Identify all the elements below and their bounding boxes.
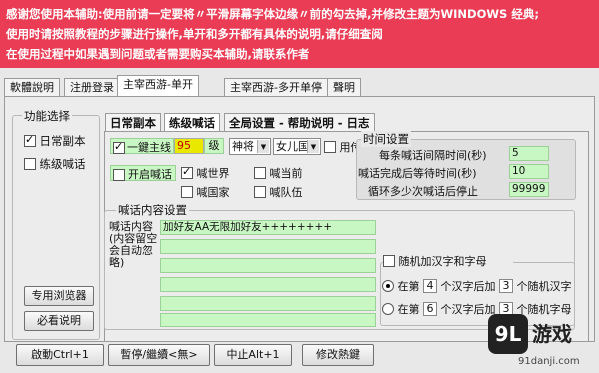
notice-line-2: 使用时请按照教程的步骤进行操作,单开和多开都有具体的说明,请仔细查阅 (6, 27, 383, 41)
pause-button[interactable]: 暫停/繼續<無> (108, 344, 210, 366)
function-group-title: 功能选择 (22, 108, 72, 124)
random-enable-row[interactable]: 随机加汉字和字母 (383, 253, 513, 269)
loop-label: 循环多少次喊话后停止 (368, 185, 478, 198)
open-shout-label: 开启喊话 (128, 168, 172, 181)
content-title: 喊话内容设置 (116, 202, 189, 218)
role-select-value: 神将 (232, 140, 254, 153)
subtab-shout[interactable]: 练级喊话 (164, 113, 220, 132)
current-row[interactable]: 喊当前 (254, 165, 314, 181)
logo-name: 游戏 (532, 322, 572, 346)
country-row[interactable]: 喊国家 (181, 184, 241, 200)
role-select[interactable]: 神将 ▼ (229, 138, 271, 155)
current-checkbox[interactable] (254, 167, 266, 179)
main-line-label: 一鍵主线 (127, 141, 171, 154)
browser-button[interactable]: 专用浏览器 (24, 286, 94, 306)
content-line-1[interactable]: 加好友AA无限加好友++++++++ (160, 220, 376, 235)
tab-software-info[interactable]: 軟體說明 (4, 78, 60, 97)
notice-line-1: 感谢您使用本辅助:使用前请一定要将〃平滑屏幕字体边缘〃前的勾去掉,并修改主题为W… (6, 7, 539, 21)
site-logo: 9L 游戏 91danji.com (488, 312, 598, 373)
readme-button[interactable]: 必看说明 (24, 311, 94, 331)
team-label: 喊队伍 (269, 186, 303, 199)
main-line-box[interactable]: 一鍵主线 (110, 138, 174, 154)
random-opt1-post: 个随机汉字 (516, 280, 572, 293)
hotkey-button[interactable]: 修改熱鍵 (302, 344, 374, 366)
use-transfer-checkbox[interactable] (324, 141, 336, 153)
interval-input[interactable]: 5 (509, 146, 549, 161)
open-shout-box[interactable]: 开启喊话 (110, 165, 176, 181)
subtab-daily[interactable]: 日常副本 (105, 113, 161, 132)
random-opt2-n[interactable]: 6 (423, 302, 437, 316)
random-option-1-radio[interactable] (382, 280, 394, 292)
daily-checkbox[interactable] (24, 133, 36, 147)
current-label: 喊当前 (269, 167, 303, 180)
content-line-5[interactable] (160, 296, 376, 311)
country-checkbox[interactable] (181, 186, 193, 198)
content-line-4[interactable] (160, 277, 376, 292)
daily-checkbox-row[interactable]: 日常副本 (24, 133, 98, 151)
daily-label: 日常副本 (39, 134, 86, 148)
tab-multi-open[interactable]: 主宰西游-多开单停 (224, 78, 328, 97)
random-option-1[interactable]: 在第 4 个汉字后加 3 个随机汉字 (382, 278, 576, 296)
world-checkbox[interactable] (181, 165, 193, 179)
tab-single-open[interactable]: 主宰西游-单开 (117, 75, 199, 97)
team-row[interactable]: 喊队伍 (254, 184, 314, 200)
wait-input[interactable]: 10 (509, 164, 549, 179)
world-row[interactable]: 喊世界 (181, 165, 241, 181)
interval-label: 每条喊话间隔时间(秒) (379, 149, 487, 162)
gender-select[interactable]: 女儿国 ▼ (273, 138, 321, 155)
level-value[interactable]: 95 (174, 138, 204, 154)
wait-label: 喊话完成后等待时间(秒) (358, 167, 477, 180)
notice-line-3: 在使用过程中如果遇到问题或者需要购买本辅助,请联系作者 (6, 47, 310, 61)
content-line-6[interactable] (160, 313, 376, 327)
logo-url: 91danji.com (518, 356, 580, 367)
timing-title: 时间设置 (361, 131, 411, 147)
random-opt1-m[interactable]: 3 (499, 279, 513, 293)
random-option-2-radio[interactable] (382, 303, 394, 315)
tab-register-login[interactable]: 注册登录 (64, 78, 120, 97)
content-text-label: 喊话内容(内容留空会自动忽略) (109, 220, 158, 269)
logo-badge: 9L (488, 314, 528, 354)
main-line-checkbox[interactable] (113, 140, 125, 154)
random-enable-label: 随机加汉字和字母 (398, 255, 487, 268)
notice-banner: 感谢您使用本辅助:使用前请一定要将〃平滑屏幕字体边缘〃前的勾去掉,并修改主题为W… (0, 0, 599, 68)
content-line-3[interactable] (160, 258, 376, 273)
subtab-global-settings[interactable]: 全局设置 - 帮助说明 - 日志 (224, 113, 375, 132)
content-line-2[interactable] (160, 239, 376, 254)
shout-checkbox[interactable] (24, 158, 36, 170)
random-opt2-pre: 在第 (397, 303, 420, 316)
world-label: 喊世界 (196, 167, 230, 180)
chevron-down-icon: ▼ (257, 140, 269, 153)
team-checkbox[interactable] (254, 186, 266, 198)
shout-checkbox-row[interactable]: 练级喊话 (24, 156, 98, 174)
open-shout-checkbox[interactable] (113, 168, 125, 181)
stop-button[interactable]: 中止Alt+1 (214, 344, 292, 366)
start-button[interactable]: 啟動Ctrl+1 (16, 344, 104, 366)
shout-label: 练级喊话 (39, 157, 86, 171)
random-opt1-mid: 个汉字后加 (440, 280, 496, 293)
country-label: 喊国家 (196, 186, 230, 199)
random-opt1-n[interactable]: 4 (423, 279, 437, 293)
tab-statement[interactable]: 聲明 (327, 78, 361, 97)
random-opt1-pre: 在第 (397, 280, 420, 293)
loop-input[interactable]: 99999 (509, 182, 549, 197)
chevron-down-icon: ▼ (307, 140, 319, 153)
level-unit: 级 (204, 138, 224, 154)
random-enable-checkbox[interactable] (383, 255, 395, 267)
gender-select-value: 女儿国 (276, 140, 309, 153)
